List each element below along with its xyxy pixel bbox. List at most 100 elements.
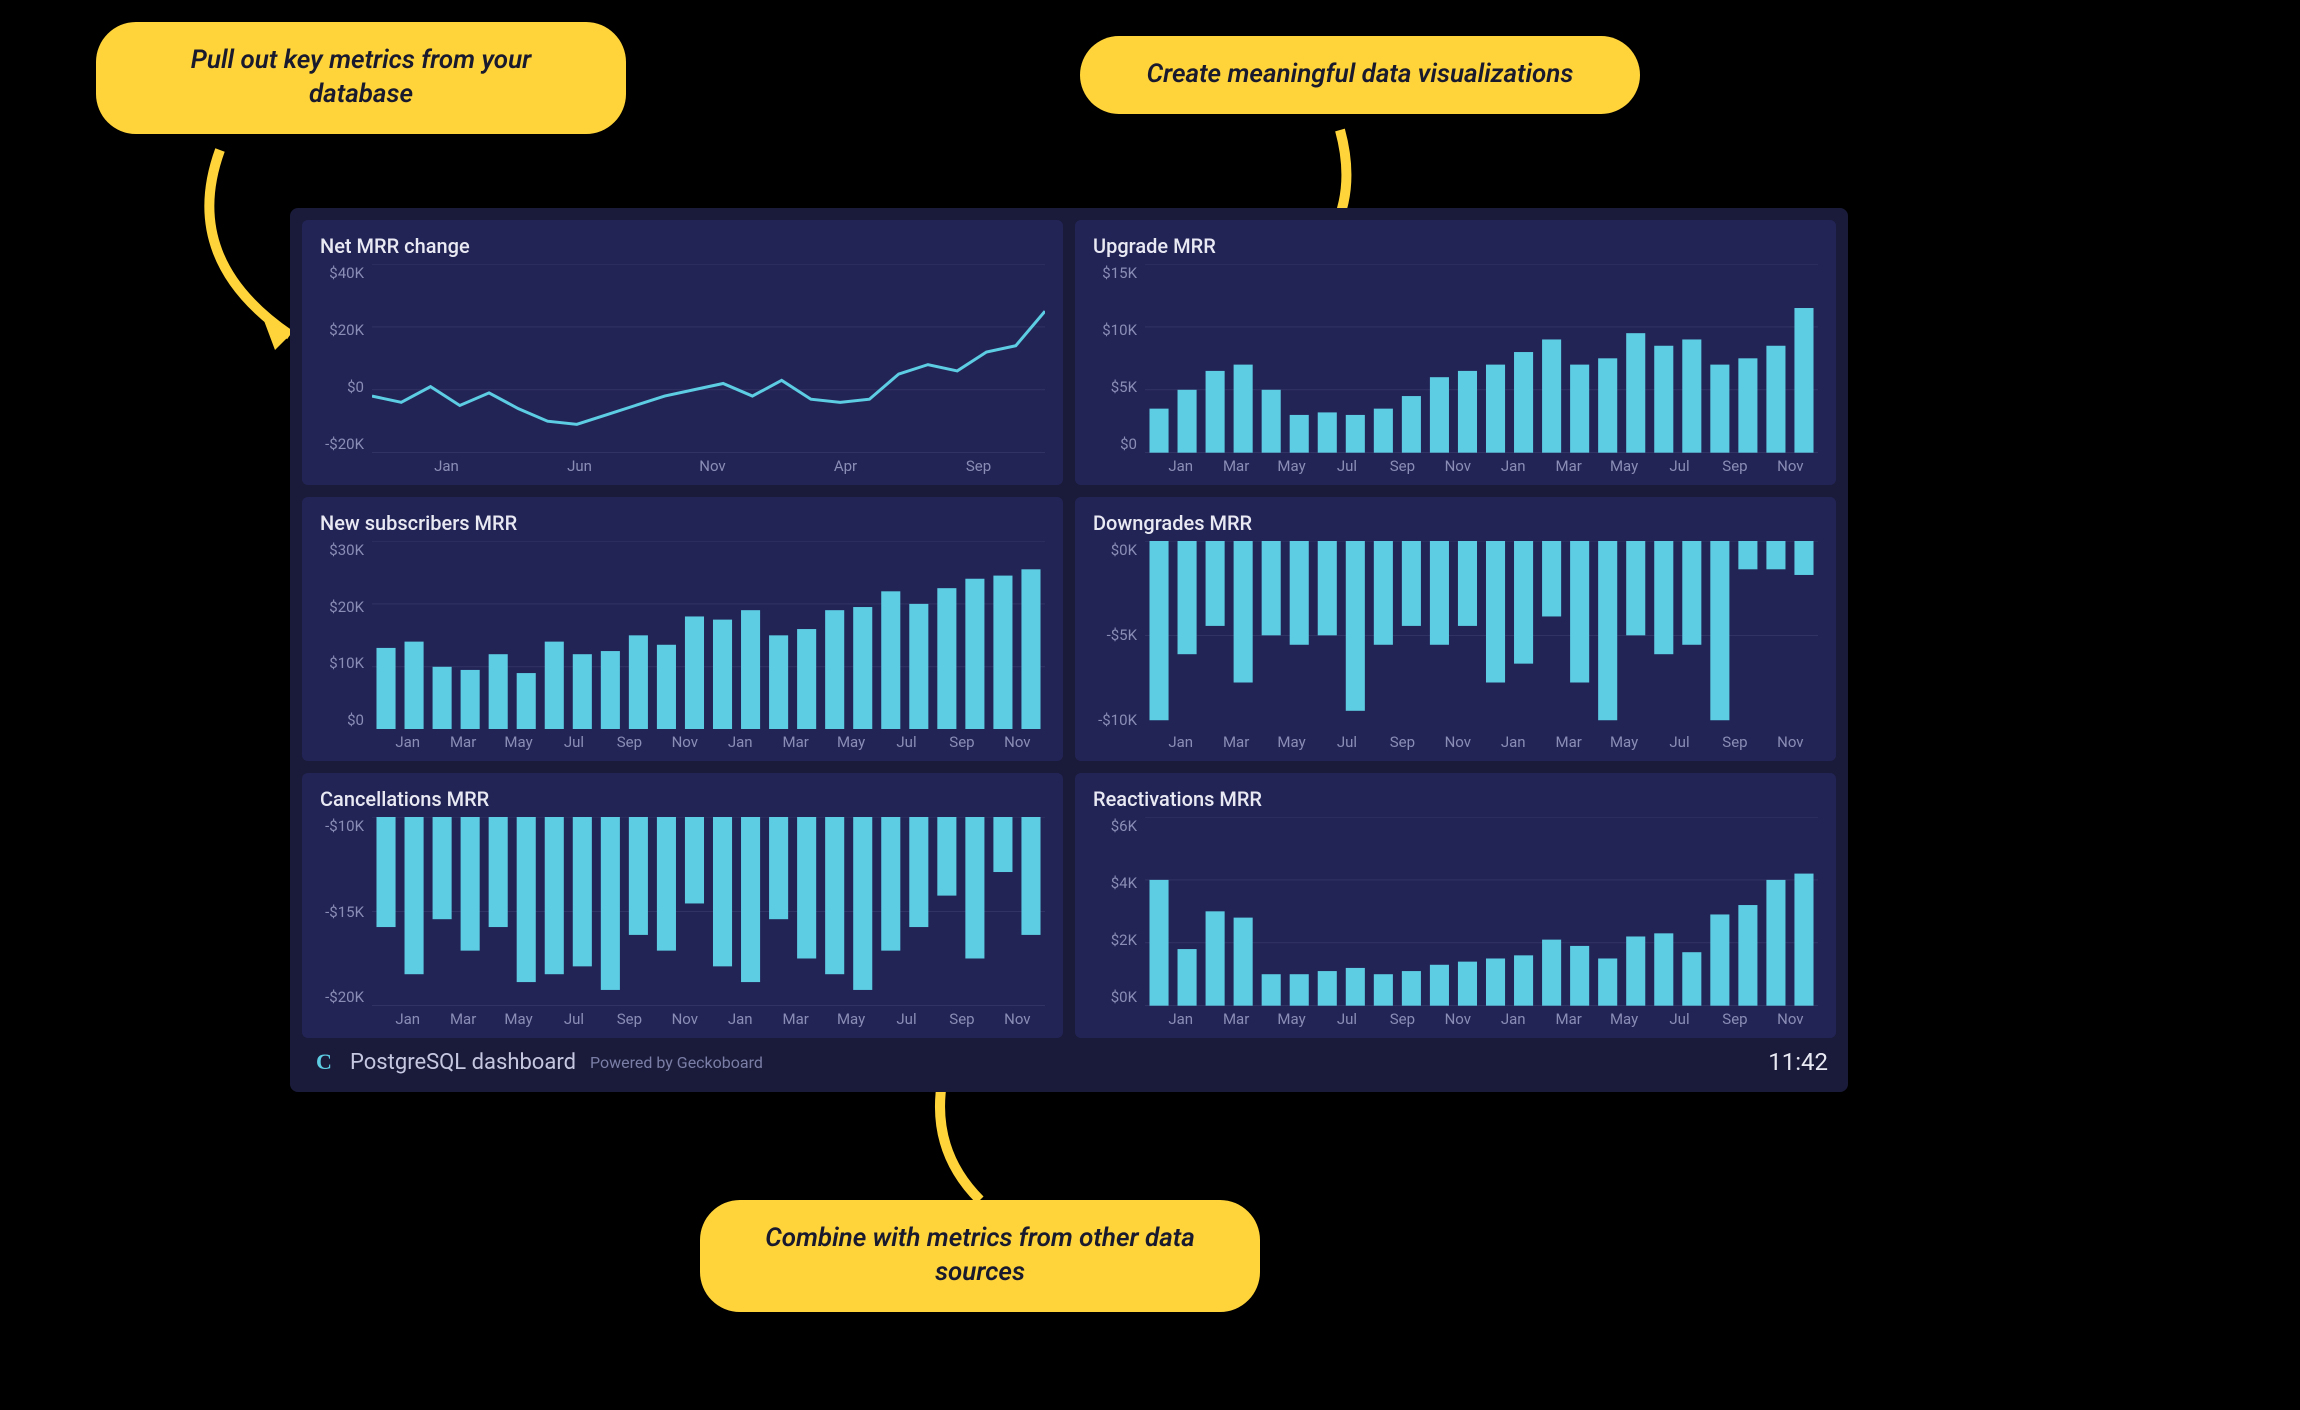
chart-area: -$10K -$15K -$20K (320, 817, 1045, 1006)
y-tick: $0 (1093, 435, 1137, 453)
callout-combine: Combine with metrics from other data sou… (700, 1200, 1260, 1312)
x-axis: JanMarMayJulSepNovJanMarMayJulSepNov (320, 733, 1045, 753)
x-tick: Sep (1375, 1010, 1430, 1030)
chart-area: $15K$10K$5K$0 (1093, 264, 1818, 453)
x-tick: Nov (990, 733, 1045, 753)
x-tick: Sep (1707, 457, 1762, 477)
x-tick: Sep (602, 733, 657, 753)
x-tick: Jul (1652, 457, 1707, 477)
x-tick: Sep (1707, 1010, 1762, 1030)
x-tick: Mar (1208, 457, 1263, 477)
x-axis: JanMarMayJulSepNovJanMarMayJulSepNov (1093, 733, 1818, 753)
y-tick: $0 (320, 378, 364, 396)
x-tick: May (491, 733, 546, 753)
x-tick: Mar (1208, 1010, 1263, 1030)
y-axis: $6K$4K$2K$0K (1093, 817, 1145, 1006)
x-axis: JanMarMayJulSepNovJanMarMayJulSepNov (1093, 457, 1818, 477)
x-tick: Sep (934, 1010, 989, 1030)
x-tick: Jan (1153, 457, 1208, 477)
x-tick: Jul (1319, 457, 1374, 477)
y-tick: -$15K (320, 903, 364, 921)
x-tick: Jan (1486, 457, 1541, 477)
x-tick: Mar (1208, 733, 1263, 753)
callout-visualizations: Create meaningful data visualizations (1080, 36, 1640, 114)
y-tick: $10K (1093, 321, 1137, 339)
logo-icon: C (310, 1048, 338, 1076)
y-axis: $15K$10K$5K$0 (1093, 264, 1145, 453)
x-tick: Jul (1319, 1010, 1374, 1030)
x-tick: May (1264, 457, 1319, 477)
y-tick: $0K (1093, 541, 1137, 559)
x-tick: Jul (546, 1010, 601, 1030)
y-axis: -$10K -$15K -$20K (320, 817, 372, 1006)
x-tick: Nov (1430, 457, 1485, 477)
chart-title: Cancellations MRR (320, 787, 1045, 811)
x-axis: JanMarMayJulSepNovJanMarMayJulSepNov (1093, 1010, 1818, 1030)
chart-card-upgrade_mrr[interactable]: Upgrade MRR$15K$10K$5K$0JanMarMayJulSepN… (1075, 220, 1836, 485)
x-tick: Mar (768, 733, 823, 753)
x-tick: Jan (380, 733, 435, 753)
x-tick: Jan (380, 1010, 435, 1030)
chart-card-net_mrr_change[interactable]: Net MRR change$40K$20K$0-$20KJanJunNovAp… (302, 220, 1063, 485)
x-tick: Nov (1430, 1010, 1485, 1030)
x-tick: May (1596, 1010, 1651, 1030)
y-tick: -$5K (1093, 626, 1137, 644)
x-tick: May (1264, 1010, 1319, 1030)
x-tick: Nov (1763, 457, 1818, 477)
x-tick: May (491, 1010, 546, 1030)
x-tick: Sep (1707, 733, 1762, 753)
y-tick: $0K (1093, 988, 1137, 1006)
x-tick: Jul (879, 733, 934, 753)
chart-card-new_subscribers_mrr[interactable]: New subscribers MRR$30K$20K$10K$0JanMarM… (302, 497, 1063, 762)
y-tick: $20K (320, 598, 364, 616)
x-tick: Nov (1430, 733, 1485, 753)
y-tick: -$20K (320, 988, 364, 1006)
y-axis: $30K $20K $10K $0 (320, 541, 372, 730)
plot-area (372, 264, 1045, 453)
x-tick: Jan (380, 457, 513, 477)
chart-title: Net MRR change (320, 234, 1045, 258)
x-tick: Mar (768, 1010, 823, 1030)
x-tick: Jul (1319, 733, 1374, 753)
x-tick: Mar (435, 1010, 490, 1030)
chart-card-cancellations_mrr[interactable]: Cancellations MRR-$10K-$15K-$20KJanMarMa… (302, 773, 1063, 1038)
powered-by-label: Powered by Geckoboard (590, 1053, 763, 1072)
chart-area: $0K-$5K-$10K (1093, 541, 1818, 730)
x-tick: Jul (879, 1010, 934, 1030)
plot-area (1145, 264, 1818, 453)
chart-area: $6K$4K$2K$0K (1093, 817, 1818, 1006)
plot-area (1145, 817, 1818, 1006)
x-tick: Nov (1763, 1010, 1818, 1030)
dashboard-panel: Net MRR change$40K$20K$0-$20KJanJunNovAp… (290, 208, 1848, 1092)
x-tick: May (823, 733, 878, 753)
y-axis: $40K$20K$0-$20K (320, 264, 372, 453)
x-tick: Mar (435, 733, 490, 753)
y-tick: -$10K (320, 817, 364, 835)
chart-card-downgrades_mrr[interactable]: Downgrades MRR$0K-$5K-$10KJanMarMayJulSe… (1075, 497, 1836, 762)
y-tick: $0 (320, 711, 364, 729)
chart-card-reactivations_mrr[interactable]: Reactivations MRR$6K$4K$2K$0KJanMarMayJu… (1075, 773, 1836, 1038)
y-tick: $30K (320, 541, 364, 559)
y-axis: $0K-$5K-$10K (1093, 541, 1145, 730)
chart-title: Reactivations MRR (1093, 787, 1818, 811)
x-tick: Jan (1486, 1010, 1541, 1030)
x-tick: Sep (934, 733, 989, 753)
x-tick: Jun (513, 457, 646, 477)
x-tick: May (1264, 733, 1319, 753)
x-tick: Sep (602, 1010, 657, 1030)
chart-area: $40K$20K$0-$20K (320, 264, 1045, 453)
dashboard-footer: C PostgreSQL dashboard Powered by Geckob… (302, 1038, 1836, 1080)
x-tick: May (823, 1010, 878, 1030)
x-tick: Jan (713, 1010, 768, 1030)
y-tick: $15K (1093, 264, 1137, 282)
x-tick: Nov (1763, 733, 1818, 753)
y-tick: $10K (320, 654, 364, 672)
x-tick: Jan (1486, 733, 1541, 753)
x-tick: Sep (1375, 457, 1430, 477)
y-tick: $6K (1093, 817, 1137, 835)
dashboard-title: PostgreSQL dashboard (350, 1050, 576, 1075)
x-tick: Jul (1652, 1010, 1707, 1030)
x-tick: Jul (1652, 733, 1707, 753)
x-tick: Jan (713, 733, 768, 753)
x-tick: Apr (779, 457, 912, 477)
